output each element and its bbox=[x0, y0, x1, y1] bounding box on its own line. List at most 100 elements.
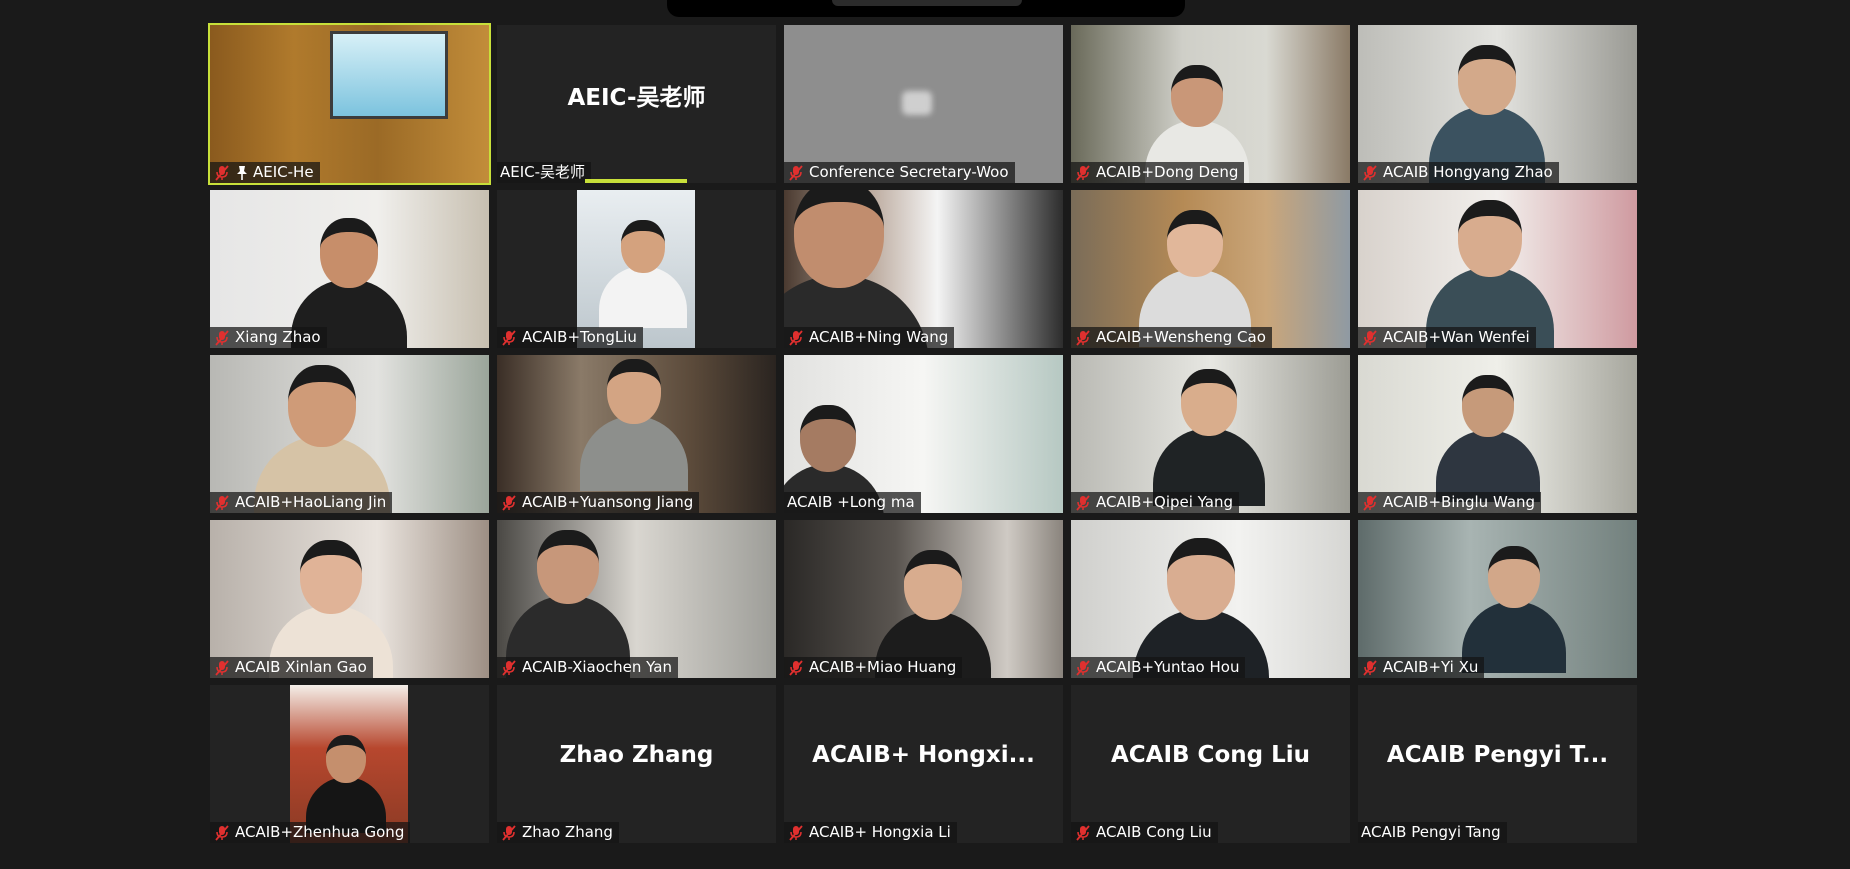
participant-name-label: ACAIB +Long ma bbox=[784, 492, 921, 513]
participant-tile[interactable]: ACAIB+Miao Huang bbox=[784, 520, 1063, 678]
participant-name-label: ACAIB+Dong Deng bbox=[1071, 162, 1245, 183]
participant-name-label: ACAIB+HaoLiang Jin bbox=[210, 492, 393, 513]
person-face bbox=[621, 220, 665, 273]
mic-muted-icon bbox=[213, 494, 231, 512]
mic-muted-icon bbox=[1361, 494, 1379, 512]
mic-muted-icon bbox=[213, 824, 231, 842]
participant-name: ACAIB+Binglu Wang bbox=[1383, 493, 1536, 511]
projector-screen bbox=[330, 31, 448, 119]
participant-tile[interactable]: ACAIB-Xiaochen Yan bbox=[497, 520, 776, 678]
participant-name-display: ACAIB Pengyi T... bbox=[1386, 742, 1609, 768]
mic-muted-icon bbox=[213, 164, 231, 182]
participant-tile[interactable]: ACAIB+Binglu Wang bbox=[1358, 355, 1637, 513]
person-body bbox=[580, 415, 688, 492]
person-face bbox=[300, 540, 362, 615]
person-face bbox=[1458, 45, 1516, 115]
blurred-content bbox=[902, 91, 932, 115]
participant-tile[interactable]: ACAIB Cong Liu ACAIB Cong Liu bbox=[1071, 685, 1350, 843]
person-face bbox=[288, 365, 356, 447]
participant-name: AEIC-吴老师 bbox=[500, 163, 586, 181]
mic-muted-icon bbox=[1074, 164, 1092, 182]
mic-muted-icon bbox=[1074, 494, 1092, 512]
participant-name: ACAIB+ Hongxia Li bbox=[809, 823, 951, 841]
participant-tile[interactable]: ACAIB+Wensheng Cao bbox=[1071, 190, 1350, 348]
participant-name-label: Xiang Zhao bbox=[210, 327, 327, 348]
participant-video bbox=[1358, 25, 1637, 183]
person-face bbox=[326, 735, 366, 783]
participant-name: ACAIB-Xiaochen Yan bbox=[522, 658, 672, 676]
participant-tile[interactable]: ACAIB+Yuntao Hou bbox=[1071, 520, 1350, 678]
participant-tile[interactable]: AEIC-He bbox=[208, 23, 491, 185]
participant-video bbox=[210, 520, 489, 678]
participant-name-label: ACAIB+Yuansong Jiang bbox=[497, 492, 700, 513]
participant-tile[interactable]: Conference Secretary-Woo bbox=[784, 25, 1063, 183]
participant-name-label: ACAIB Pengyi Tang bbox=[1358, 822, 1507, 843]
participant-tile[interactable]: ACAIB+Yuansong Jiang bbox=[497, 355, 776, 513]
participant-tile[interactable]: ACAIB Hongyang Zhao bbox=[1358, 25, 1637, 183]
participant-tile[interactable]: Xiang Zhao bbox=[210, 190, 489, 348]
participant-name-label: Zhao Zhang bbox=[497, 822, 619, 843]
participant-tile[interactable]: ACAIB+TongLiu bbox=[497, 190, 776, 348]
participant-name: ACAIB+Wensheng Cao bbox=[1096, 328, 1266, 346]
person-face bbox=[1171, 65, 1223, 128]
participant-tile[interactable]: ACAIB+Wan Wenfei bbox=[1358, 190, 1637, 348]
participant-tile[interactable]: ACAIB+Qipei Yang bbox=[1071, 355, 1350, 513]
participant-video bbox=[497, 520, 776, 678]
participant-name: ACAIB Pengyi Tang bbox=[1361, 823, 1501, 841]
participant-tile[interactable]: ACAIB+HaoLiang Jin bbox=[210, 355, 489, 513]
mic-muted-icon bbox=[1361, 329, 1379, 347]
participant-tile[interactable]: ACAIB+Ning Wang bbox=[784, 190, 1063, 348]
participant-name-label: ACAIB+Zhenhua Gong bbox=[210, 822, 411, 843]
toolbar-grip bbox=[832, 0, 1022, 6]
participant-name-label: ACAIB+Yi Xu bbox=[1358, 657, 1485, 678]
participant-tile[interactable]: ACAIB Pengyi T... ACAIB Pengyi Tang bbox=[1358, 685, 1637, 843]
mic-muted-icon bbox=[500, 824, 518, 842]
participant-name: ACAIB+Qipei Yang bbox=[1096, 493, 1233, 511]
participant-name: ACAIB+Wan Wenfei bbox=[1383, 328, 1530, 346]
participant-tile[interactable]: ACAIB+Zhenhua Gong bbox=[210, 685, 489, 843]
person-face bbox=[800, 405, 856, 473]
person-face bbox=[320, 218, 378, 288]
participant-video bbox=[210, 25, 489, 183]
participant-name: ACAIB+Yuntao Hou bbox=[1096, 658, 1240, 676]
mic-muted-icon bbox=[500, 329, 518, 347]
person-face bbox=[1167, 538, 1235, 620]
participant-video bbox=[290, 685, 408, 843]
speaking-indicator bbox=[585, 179, 687, 183]
participant-name-label: ACAIB+Binglu Wang bbox=[1358, 492, 1542, 513]
person-face bbox=[1181, 369, 1237, 437]
pin-icon bbox=[235, 165, 249, 181]
participant-tile[interactable]: ACAIB+ Hongxi... ACAIB+ Hongxia Li bbox=[784, 685, 1063, 843]
person-face bbox=[1462, 375, 1514, 438]
participant-tile[interactable]: Zhao Zhang Zhao Zhang bbox=[497, 685, 776, 843]
participant-name-label: ACAIB Cong Liu bbox=[1071, 822, 1218, 843]
participant-video bbox=[784, 25, 1063, 183]
participant-name: Xiang Zhao bbox=[235, 328, 321, 346]
participant-video bbox=[784, 520, 1063, 678]
video-grid: AEIC-He AEIC-吴老师 AEIC-吴老师 Conference Secret… bbox=[208, 23, 1637, 843]
participant-name-display: ACAIB Cong Liu bbox=[1110, 742, 1310, 768]
mic-muted-icon bbox=[500, 659, 518, 677]
mic-muted-icon bbox=[787, 824, 805, 842]
participant-name: ACAIB Xinlan Gao bbox=[235, 658, 367, 676]
mic-muted-icon bbox=[1361, 164, 1379, 182]
participant-video bbox=[577, 190, 695, 348]
top-toolbar-handle[interactable] bbox=[667, 0, 1185, 17]
participant-name-display: Zhao Zhang bbox=[559, 742, 714, 768]
person-face bbox=[607, 359, 661, 424]
participant-video bbox=[1071, 25, 1350, 183]
participant-tile[interactable]: ACAIB +Long ma bbox=[784, 355, 1063, 513]
participant-video bbox=[1071, 190, 1350, 348]
participant-tile[interactable]: ACAIB Xinlan Gao bbox=[210, 520, 489, 678]
participant-name-label: ACAIB Hongyang Zhao bbox=[1358, 162, 1559, 183]
participant-name: Zhao Zhang bbox=[522, 823, 613, 841]
participant-tile[interactable]: AEIC-吴老师 AEIC-吴老师 bbox=[497, 25, 776, 183]
participant-tile[interactable]: ACAIB+Dong Deng bbox=[1071, 25, 1350, 183]
participant-video bbox=[1358, 190, 1637, 348]
participant-name: ACAIB Hongyang Zhao bbox=[1383, 163, 1553, 181]
participant-name: AEIC-He bbox=[253, 163, 314, 181]
participant-name-label: ACAIB+ Hongxia Li bbox=[784, 822, 957, 843]
participant-video bbox=[784, 355, 1063, 513]
mic-muted-icon bbox=[787, 659, 805, 677]
participant-tile[interactable]: ACAIB+Yi Xu bbox=[1358, 520, 1637, 678]
